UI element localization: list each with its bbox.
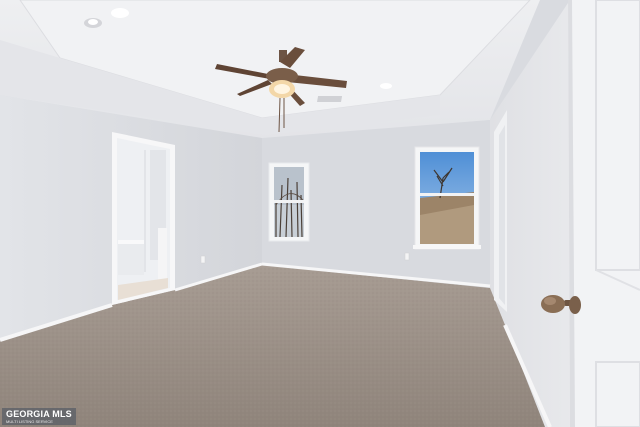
watermark-logo: GEORGIA MLS MULTI LISTING SERVICE <box>2 408 76 425</box>
watermark-tagline: MULTI LISTING SERVICE <box>6 419 53 424</box>
outlet-left <box>200 255 206 264</box>
bedroom-photo: GEORGIA MLS MULTI LISTING SERVICE <box>0 0 640 427</box>
watermark-brand: GEORGIA MLS <box>6 409 72 419</box>
outlet-back <box>404 252 410 261</box>
ceiling-vent <box>317 96 343 102</box>
room-illustration <box>0 0 640 427</box>
recessed-light-2 <box>111 8 129 18</box>
window-left <box>268 162 310 242</box>
bathroom-doorway <box>112 132 175 305</box>
window-right <box>413 146 481 250</box>
bedroom-door <box>568 0 640 427</box>
recessed-light-3 <box>380 83 392 89</box>
